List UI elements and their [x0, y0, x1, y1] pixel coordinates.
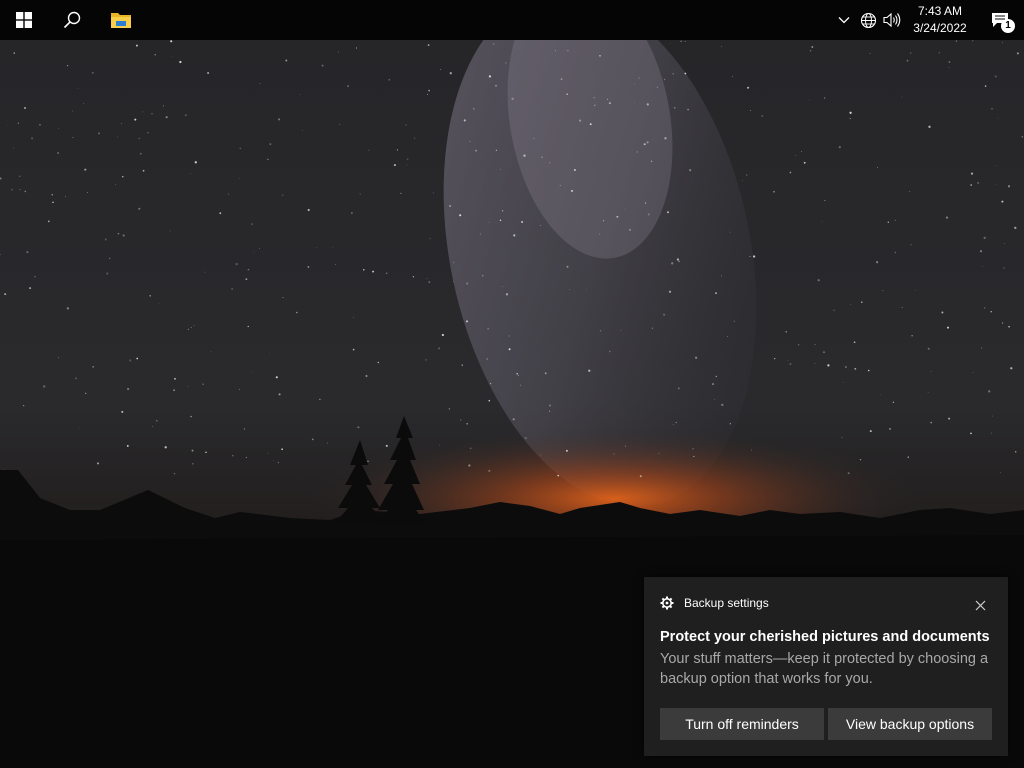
chevron-up-icon: [838, 17, 850, 24]
notification-count-badge: 1: [1001, 19, 1015, 33]
volume-icon: [883, 12, 901, 28]
taskbar-clock[interactable]: 7:43 AM 3/24/2022: [910, 3, 970, 37]
close-icon: [975, 600, 985, 610]
clock-time: 7:43 AM: [917, 4, 963, 18]
system-tray: 7:43 AM 3/24/2022 1: [832, 0, 1024, 40]
toast-header: Backup settings: [660, 596, 769, 610]
toast-title: Protect your cherished pictures and docu…: [660, 629, 990, 645]
turn-off-reminders-button[interactable]: Turn off reminders: [660, 708, 824, 740]
taskbar: 7:43 AM 3/24/2022 1: [0, 0, 1024, 40]
network-globe-icon: [860, 12, 876, 28]
gear-icon: [660, 596, 674, 610]
toast-body: Your stuff matters—keep it protected by …: [660, 651, 989, 687]
network-button[interactable]: [856, 0, 880, 40]
show-hidden-icons-button[interactable]: [832, 0, 856, 40]
toast-close-button[interactable]: [969, 594, 991, 616]
clock-date: 3/24/2022: [913, 21, 967, 35]
search-icon: [63, 11, 81, 29]
file-explorer-icon: [111, 13, 131, 28]
action-center-button[interactable]: 1: [976, 0, 1024, 40]
file-explorer-button[interactable]: [96, 0, 146, 40]
windows-logo-icon: [16, 12, 32, 28]
toast-app-name: Backup settings: [684, 596, 769, 610]
view-backup-options-button[interactable]: View backup options: [828, 708, 992, 740]
start-button[interactable]: [0, 0, 48, 40]
volume-button[interactable]: [880, 0, 904, 40]
search-button[interactable]: [48, 0, 96, 40]
backup-notification-toast[interactable]: Backup settings Protect your cherished p…: [644, 577, 1008, 756]
